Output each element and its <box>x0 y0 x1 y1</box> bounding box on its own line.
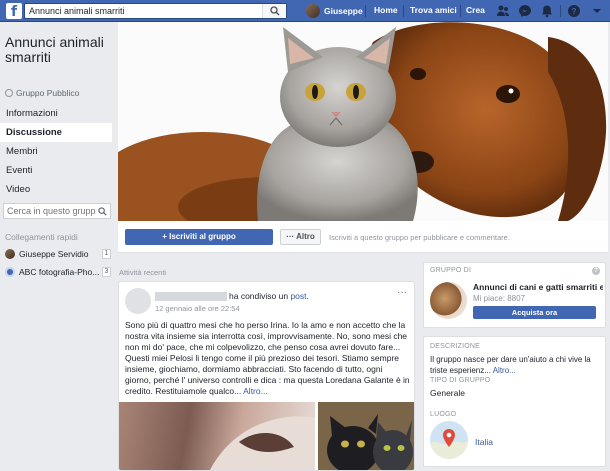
photo-two-cats <box>318 402 414 470</box>
friend-requests-icon[interactable] <box>496 4 510 18</box>
search-input[interactable] <box>25 4 260 18</box>
photo-cat-closeup <box>210 416 315 470</box>
post-timestamp[interactable]: 12 gennaio alle ore 22:54 <box>155 304 240 313</box>
shortcut-item[interactable]: ABC fotografia-Pho... 3 <box>5 265 111 279</box>
post-header: ha condiviso un post. <box>155 291 309 302</box>
location-map[interactable] <box>430 421 468 459</box>
card-label: GRUPPO DI <box>430 267 472 274</box>
globe-icon <box>5 89 13 97</box>
description-label: DESCRIZIONE <box>430 343 481 350</box>
recent-activity-heading: Attività recenti <box>119 268 167 277</box>
location-label: LUOGO <box>430 411 457 418</box>
author-name-redacted[interactable] <box>155 292 227 302</box>
join-hint-text: Iscriviti a questo gruppo per pubblicare… <box>329 233 510 242</box>
page-name-link[interactable]: Annunci di cani e gatti smarriti e <box>473 282 603 292</box>
notifications-icon[interactable] <box>540 4 554 18</box>
shortcut-count-badge: 3 <box>102 267 111 277</box>
profile-link[interactable]: Giuseppe <box>306 4 363 18</box>
group-search-input[interactable] <box>4 204 99 218</box>
svg-text:?: ? <box>572 7 577 16</box>
facebook-logo[interactable]: f <box>6 3 22 19</box>
sidebar-item-membri[interactable]: Membri <box>0 142 112 161</box>
group-navigation: Informazioni Discussione Membri Eventi V… <box>0 104 112 218</box>
post-body: Sono più di quattro mesi che ho perso Ir… <box>125 320 410 397</box>
group-search <box>3 203 111 219</box>
join-group-button[interactable]: + Iscriviti al gruppo <box>125 229 273 245</box>
sidebar-item-eventi[interactable]: Eventi <box>0 161 112 180</box>
help-icon[interactable]: ? <box>592 267 600 275</box>
group-privacy-label: Gruppo Pubblico <box>16 88 80 98</box>
shortcut-label: Giuseppe Servidio <box>19 249 89 259</box>
sidebar-item-video[interactable]: Video <box>0 180 112 199</box>
group-title[interactable]: Annunci animali smarriti <box>5 35 115 65</box>
sidebar-item-discussione[interactable]: Discussione <box>0 123 112 142</box>
profile-name: Giuseppe <box>324 6 363 16</box>
buy-now-button[interactable]: Acquista ora <box>473 306 596 319</box>
nav-divider <box>460 5 461 17</box>
shortcut-count-badge: 1 <box>102 249 111 259</box>
group-description: Il gruppo nasce per dare un'aiuto a chi … <box>430 355 602 376</box>
feed-post: ha condiviso un post. 12 gennaio alle or… <box>118 281 415 471</box>
nav-divider <box>403 5 404 17</box>
search-bar <box>24 3 287 19</box>
shortcut-item[interactable]: Giuseppe Servidio 1 <box>5 247 111 261</box>
group-icon <box>5 267 15 277</box>
left-sidebar: Annunci animali smarriti Gruppo Pubblico… <box>0 22 118 471</box>
more-button[interactable]: ··· Altro <box>280 229 321 245</box>
nav-divider <box>365 5 366 17</box>
about-group-card: DESCRIZIONE Il gruppo nasce per dare un'… <box>423 336 606 467</box>
nav-divider <box>560 5 561 17</box>
create-link[interactable]: Crea <box>466 5 485 15</box>
map-pin-icon <box>430 429 468 459</box>
shared-post-link[interactable]: post. <box>290 291 308 301</box>
search-icon <box>270 6 280 16</box>
page-likes: Mi piace: 8807 <box>473 294 526 303</box>
related-page-card: GRUPPO DI ? Annunci di cani e gatti smar… <box>423 262 606 328</box>
messenger-icon[interactable] <box>518 4 532 18</box>
account-menu-icon[interactable] <box>590 4 604 18</box>
group-type-label: TIPO DI GRUPPO <box>430 377 491 384</box>
find-friends-link[interactable]: Trova amici <box>410 5 457 15</box>
sidebar-item-informazioni[interactable]: Informazioni <box>0 104 112 123</box>
post-action-text: ha condiviso un <box>229 291 289 301</box>
group-cover-photo[interactable] <box>118 22 608 221</box>
location-link[interactable]: Italia <box>475 437 493 447</box>
post-photo[interactable] <box>119 402 315 470</box>
search-button[interactable] <box>262 4 286 18</box>
shortcut-label: ABC fotografia-Pho... <box>19 267 100 277</box>
avatar[interactable] <box>125 288 151 314</box>
post-options-icon[interactable]: ··· <box>397 287 407 298</box>
shortcuts-heading: Collegamenti rapidi <box>5 232 78 242</box>
group-actions-bar: + Iscriviti al gruppo ··· Altro Iscrivit… <box>118 221 608 253</box>
page-avatar[interactable] <box>430 282 467 319</box>
group-privacy: Gruppo Pubblico <box>5 88 79 98</box>
avatar <box>5 249 15 259</box>
search-icon[interactable] <box>98 207 107 216</box>
cover-image <box>118 22 607 221</box>
home-link[interactable]: Home <box>374 5 398 15</box>
see-more-link[interactable]: Altro... <box>243 386 268 396</box>
post-photo[interactable] <box>318 402 414 470</box>
see-more-link[interactable]: Altro... <box>493 366 516 375</box>
group-type-value: Generale <box>430 388 465 398</box>
help-icon[interactable]: ? <box>567 4 581 18</box>
top-navigation-bar: f Giuseppe Home Trova amici Crea ? <box>0 0 610 22</box>
post-body-text: Sono più di quattro mesi che ho perso Ir… <box>125 320 410 396</box>
avatar <box>306 4 320 18</box>
